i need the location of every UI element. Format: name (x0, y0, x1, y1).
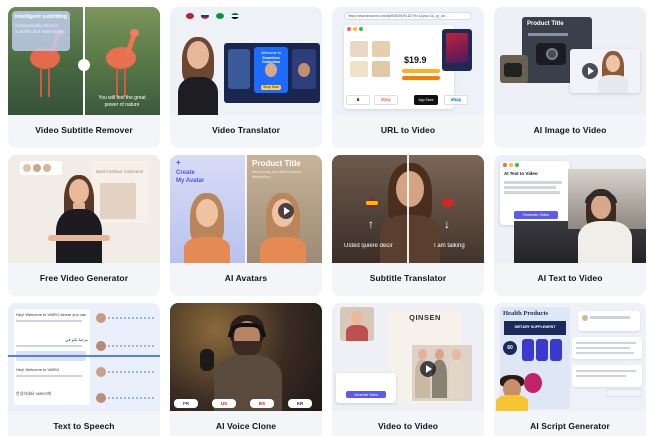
tool-label: AI Text to Video (537, 273, 603, 283)
url-to-video-thumb: https://www.amazon.com/dp/B0BJ9VK1D2?th=… (332, 7, 484, 115)
tool-label: URL to Video (380, 125, 436, 135)
ai-voice-clone-thumb: FR US ES KR (170, 303, 322, 411)
store-ebay: ebay (450, 97, 462, 102)
promo-top: Welcome to (261, 51, 281, 55)
url-text: https://www.amazon.com/dp/B0BJ9VK1D2?th=… (348, 13, 449, 18)
video-to-video-thumb: QINSEN Generate Video (332, 303, 484, 411)
tool-label: Video Subtitle Remover (35, 125, 133, 135)
product-desc: Introducing our latest product descripti… (252, 170, 302, 179)
tool-label: AI Avatars (224, 273, 268, 283)
tool-label: Video Translator (211, 125, 281, 135)
arrow-down-icon: ↓ (444, 217, 450, 231)
tts-line-1: Hey! Welcome to VMEG where you can (16, 312, 87, 317)
tool-label: Video to Video (377, 421, 439, 431)
price-text: $19.9 (404, 55, 427, 65)
tool-card-text-to-speech[interactable]: Hey! Welcome to VMEG where you can مرحبا… (8, 303, 160, 436)
plus-icon: + (176, 158, 181, 167)
tool-label: Free Video Generator (39, 273, 129, 283)
store-etsy: Etsy (381, 97, 391, 102)
supplement-subtitle: DIETARY SUPPLEMENT (514, 325, 556, 329)
lang-es: ES (258, 400, 265, 406)
tool-card-ai-voice-clone[interactable]: FR US ES KR AI Voice Clone (170, 303, 322, 436)
tool-label: Text to Speech (53, 421, 115, 431)
image-to-video-thumb: Product Title (494, 7, 646, 115)
ai-script-generator-thumb: Health Products DIETARY SUPPLEMENT 60 (494, 303, 646, 411)
tool-card-video-subtitle-remover[interactable]: Intelligent subtitling Automatically rem… (8, 7, 160, 148)
tool-card-ai-image-to-video[interactable]: Product Title AI Image to Video (494, 7, 646, 148)
generate-video-button: Generate Video (522, 212, 550, 217)
tool-card-subtitle-translator[interactable]: ↑ ↓ Usted quiere decir I am talking Subt… (332, 155, 484, 296)
product-card-title: Product Title (527, 21, 564, 27)
flag-vn-icon (442, 199, 454, 207)
create-avatar-line1: Create (176, 170, 195, 176)
lang-fr: FR (183, 400, 189, 406)
subtitle-translator-thumb: ↑ ↓ Usted quiere decir I am talking (332, 155, 484, 263)
tool-label: Subtitle Translator (369, 273, 447, 283)
ai-avatars-thumb: + Create My Avatar Product Title Introdu… (170, 155, 322, 263)
badge-60: 60 (507, 344, 513, 351)
mini-title: Bold Fashion Collection (96, 169, 144, 174)
tool-card-url-to-video[interactable]: https://www.amazon.com/dp/B0BJ9VK1D2?th=… (332, 7, 484, 148)
tool-card-video-translator[interactable]: Welcome to Seamless Collection Shop Now … (170, 7, 322, 148)
generate-video-button: Generate Video (354, 392, 378, 397)
translator-thumb: Welcome to Seamless Collection Shop Now (170, 7, 322, 115)
store-amazon: a (356, 97, 360, 103)
flag-ru-icon (201, 13, 209, 19)
subtitle-translated: I am talking (434, 243, 465, 249)
subtitle-remover-thumb: Intelligent subtitling Automatically rem… (8, 7, 160, 115)
tool-card-video-to-video[interactable]: QINSEN Generate Video Video to Video (332, 303, 484, 436)
ai-text-to-video-thumb: AI Text to Video Generate Video (494, 155, 646, 263)
tts-line-4: 안녕하세요 VMEG에 (16, 391, 51, 396)
promo-button: Shop Now (263, 85, 279, 89)
subtitle-caption-1: You will feel the great (98, 95, 146, 101)
store-appstore: App Store (418, 98, 434, 102)
product-title: Product Title (252, 159, 301, 168)
flag-br-icon (216, 13, 224, 19)
tool-label: AI Image to Video (533, 125, 607, 135)
flag-ae-icon (231, 13, 239, 19)
tool-card-ai-script-generator[interactable]: Health Products DIETARY SUPPLEMENT 60 AI… (494, 303, 646, 436)
overlay-subtitle: Automatically remove subtitles and water… (15, 23, 65, 34)
overlay-title: Intelligent subtitling (15, 14, 68, 20)
lang-us: US (220, 400, 228, 406)
create-avatar-line2: My Avatar (176, 178, 205, 184)
free-video-generator-thumb: Bold Fashion Collection (8, 155, 160, 263)
subtitle-spanish: Usted quiere decir (344, 243, 393, 249)
tool-card-ai-avatars[interactable]: + Create My Avatar Product Title Introdu… (170, 155, 322, 296)
subtitle-caption-2: power of nature (104, 102, 140, 108)
tool-card-free-video-generator[interactable]: Bold Fashion Collection Free Video Gener… (8, 155, 160, 296)
flag-us-icon (186, 13, 194, 19)
dialog-title: AI Text to Video (504, 171, 538, 176)
flag-es-icon (366, 199, 378, 207)
text-to-speech-thumb: Hey! Welcome to VMEG where you can مرحبا… (8, 303, 160, 411)
tts-line-3: Hey! Welcome to VMEG (16, 367, 60, 372)
lang-kr: KR (296, 400, 304, 406)
tts-line-2: مرحبا بكم في (65, 337, 88, 342)
brand-title: QINSEN (409, 313, 441, 322)
tool-label: AI Voice Clone (215, 421, 277, 431)
arrow-up-icon: ↑ (368, 217, 374, 231)
health-heading: Health Products (503, 310, 549, 317)
tool-card-ai-text-to-video[interactable]: AI Text to Video Generate Video AI Text … (494, 155, 646, 296)
tool-label: AI Script Generator (530, 421, 610, 431)
